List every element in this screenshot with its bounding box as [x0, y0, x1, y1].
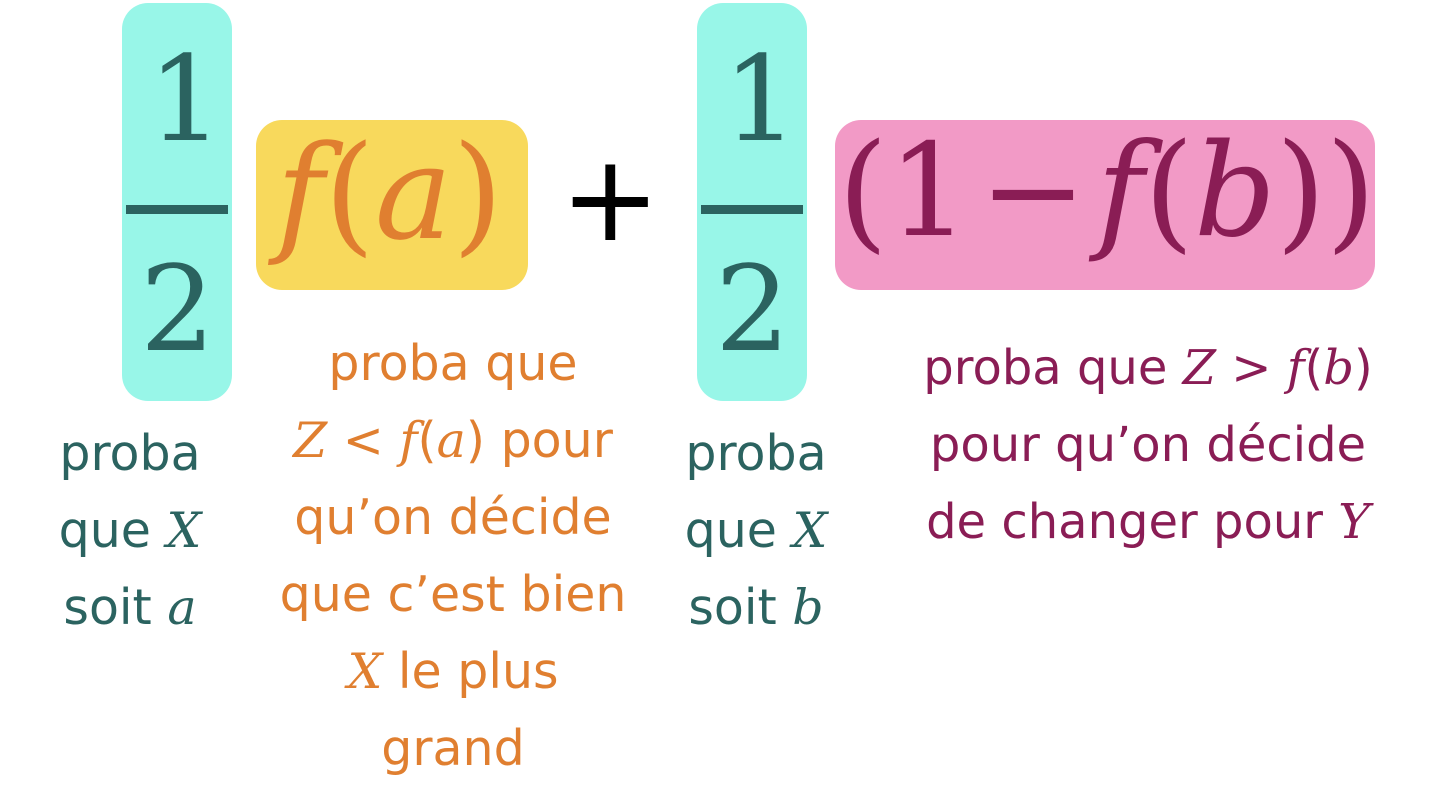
term-b-var: b — [1193, 117, 1276, 266]
half-2-caption-line-3: soit b — [688, 579, 824, 636]
term-b-inner-open-paren: ( — [1144, 117, 1194, 266]
half-2-caption-line-2: que X — [684, 502, 828, 559]
half-1-caption-line-3: soit a — [63, 579, 197, 636]
half-1-fraction-bar — [126, 205, 228, 214]
term-b-one: 1 — [887, 117, 970, 266]
half-2-numerator: 1 — [723, 30, 799, 168]
term-b-caption-line-2: pour qu’on décide — [929, 417, 1367, 473]
term-b-caption-line-1: proba que Z > f(b) — [923, 340, 1373, 396]
term-a-caption-line-6: grand — [381, 720, 525, 777]
term-a-var: a — [374, 117, 453, 269]
term-b-minus: − — [979, 117, 1087, 266]
term-a-caption-line-1: proba que — [328, 335, 578, 392]
term-a-caption-line-3: qu’on décide — [294, 489, 612, 546]
term-b-caption: proba que Z > f(b) pour qu’on décide de … — [868, 330, 1428, 561]
half-1-denominator: 2 — [140, 240, 216, 378]
half-2-denominator: 2 — [715, 240, 791, 378]
term-b-close-parens: )) — [1275, 117, 1376, 266]
term-a-caption-line-5: X le plus — [347, 643, 559, 700]
term-a-caption-line-2: Z < f(a) pour — [293, 412, 613, 469]
term-b-open-paren: ( — [838, 117, 888, 266]
term-b-expression: (1−f(b)) — [838, 128, 1376, 256]
half-2-caption-line-1: proba — [685, 425, 827, 482]
term-a-caption-line-4: que c’est bien — [279, 566, 627, 623]
term-a-f: f — [276, 117, 325, 269]
term-a-open-paren: ( — [324, 117, 375, 269]
half-1-caption: proba que X soit a — [30, 415, 230, 646]
half-1-numerator: 1 — [148, 30, 224, 168]
half-2-caption: proba que X soit b — [656, 415, 856, 646]
term-a-caption: proba que Z < f(a) pour qu’on décide que… — [248, 325, 658, 787]
half-2-fraction-bar — [701, 205, 803, 214]
term-b-f: f — [1096, 117, 1144, 266]
term-a-expression: f(a) — [276, 128, 503, 258]
term-b-caption-line-3: de changer pour Y — [926, 494, 1370, 550]
plus-sign: + — [560, 130, 661, 269]
term-a-close-paren: ) — [452, 117, 504, 269]
half-1-caption-line-2: que X — [58, 502, 202, 559]
half-1-caption-line-1: proba — [59, 425, 201, 482]
